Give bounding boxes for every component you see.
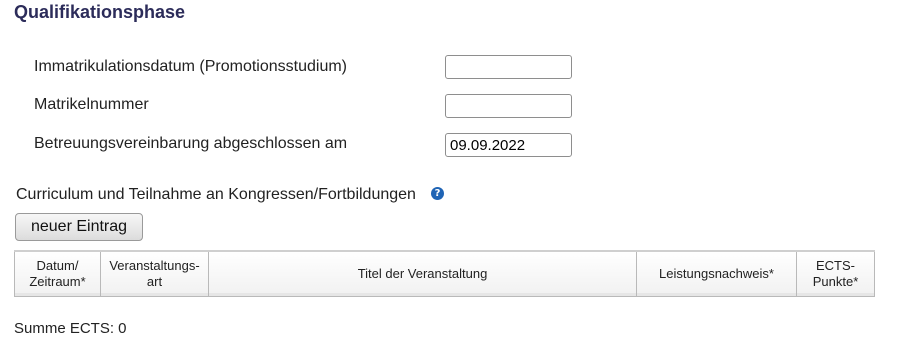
matriculation-number-input[interactable] bbox=[445, 94, 572, 118]
column-header-ects-points[interactable]: ECTS- Punkte* bbox=[796, 250, 875, 297]
column-header-proof-of-performance[interactable]: Leistungsnachweis* bbox=[636, 250, 797, 297]
matriculation-date-input[interactable] bbox=[445, 55, 572, 79]
matriculation-date-label: Immatrikulationsdatum (Promotionsstudium… bbox=[34, 58, 347, 75]
new-entry-button[interactable]: neuer Eintrag bbox=[15, 213, 143, 241]
curriculum-label: Curriculum und Teilnahme an Kongressen/F… bbox=[16, 186, 416, 203]
column-header-event-type[interactable]: Veranstaltungs- art bbox=[100, 250, 209, 297]
question-icon[interactable]: ? bbox=[431, 187, 444, 200]
curriculum-table-wrapper: Datum/ Zeitraum* Veranstaltungs- art Tit… bbox=[14, 250, 875, 297]
column-header-event-title[interactable]: Titel der Veranstaltung bbox=[208, 250, 637, 297]
supervision-agreement-label: Betreuungsvereinbarung abgeschlossen am bbox=[34, 135, 348, 152]
table-header-row: Datum/ Zeitraum* Veranstaltungs- art Tit… bbox=[14, 250, 875, 297]
ects-sum: Summe ECTS: 0 bbox=[14, 320, 127, 337]
supervision-agreement-date-input[interactable] bbox=[445, 133, 572, 157]
column-header-date[interactable]: Datum/ Zeitraum* bbox=[14, 250, 101, 297]
curriculum-table: Datum/ Zeitraum* Veranstaltungs- art Tit… bbox=[14, 250, 875, 297]
section-title: Qualifikationsphase bbox=[14, 2, 186, 22]
matriculation-number-label: Matrikelnummer bbox=[34, 96, 149, 113]
